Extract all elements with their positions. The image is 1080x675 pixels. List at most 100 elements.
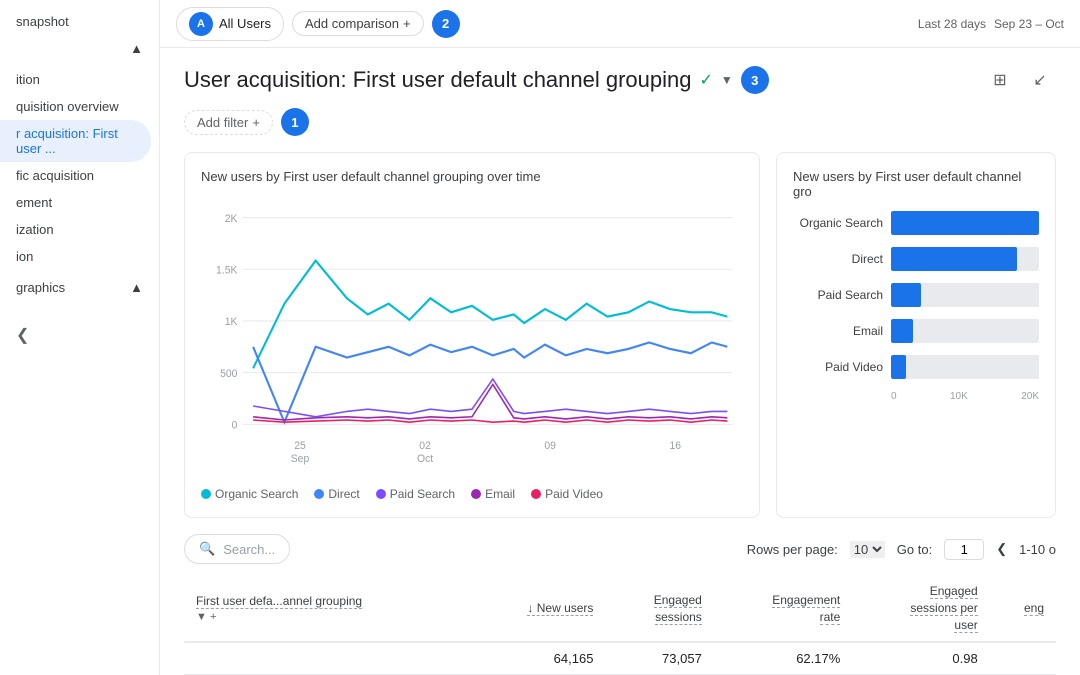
add-filter-button[interactable]: Add filter + [184, 110, 273, 135]
sidebar-item-ition[interactable]: ition [0, 66, 151, 93]
cell-engaged-sessions: 73,057 [605, 642, 713, 675]
legend-dot-direct [314, 489, 324, 499]
line-chart-svg: 2K 1.5K 1K 500 0 25 Sep 02 Oct 09 16 [201, 196, 743, 476]
topbar-right: Last 28 days Sep 23 – Oct [918, 17, 1064, 31]
legend-organic-search: Organic Search [201, 487, 298, 501]
legend-label-direct: Direct [328, 487, 359, 501]
legend-direct: Direct [314, 487, 359, 501]
plus-icon: + [403, 16, 411, 31]
legend-label-paid-search: Paid Search [390, 487, 455, 501]
cell-channel [184, 642, 470, 675]
badge-1: 1 [281, 108, 309, 136]
chart-legend: Organic Search Direct Paid Search E [201, 487, 743, 501]
bar-track-direct [891, 247, 1039, 271]
cell-eng [990, 642, 1056, 675]
bar-chart-container: New users by First user default channel … [776, 152, 1056, 518]
filter-row: Add filter + 1 [184, 108, 1056, 136]
sidebar-item-ization[interactable]: ization [0, 216, 151, 243]
col-header-engagement-rate[interactable]: Engagement rate [714, 576, 852, 642]
rows-per-page-select[interactable]: 10 25 50 [850, 541, 885, 558]
line-chart-container: New users by First user default channel … [184, 152, 760, 518]
legend-paid-search: Paid Search [376, 487, 455, 501]
verified-icon: ✓ [700, 70, 713, 90]
bar-fill-direct [891, 247, 1017, 271]
bar-label-email: Email [793, 324, 883, 338]
sidebar-item-acquisition-overview[interactable]: quisition overview [0, 93, 151, 120]
bar-fill-paid-search [891, 283, 921, 307]
sidebar-item-first-user[interactable]: r acquisition: First user ... [0, 120, 151, 162]
chevron-up-icon-2: ▲ [130, 280, 143, 295]
svg-text:02: 02 [419, 440, 431, 452]
col-header-sessions-per-user[interactable]: Engaged sessions per user [852, 576, 989, 642]
badge-3: 3 [741, 66, 769, 94]
prev-page-icon[interactable]: ❮ [996, 541, 1007, 557]
bar-axis-10k: 10K [950, 391, 968, 402]
sidebar-item-ement[interactable]: ement [0, 189, 151, 216]
bar-fill-paid-video [891, 355, 906, 379]
content-area: User acquisition: First user default cha… [160, 48, 1080, 675]
sidebar-group-label: graphics [16, 280, 65, 295]
svg-text:0: 0 [232, 419, 238, 431]
bar-chart-title: New users by First user default channel … [793, 169, 1039, 199]
svg-text:1K: 1K [225, 316, 238, 328]
legend-dot-paid-video [531, 489, 541, 499]
col-filter-icon[interactable]: ▼ + [196, 611, 216, 623]
col-header-eng[interactable]: eng [990, 576, 1056, 642]
bar-row-direct: Direct [793, 247, 1039, 271]
search-placeholder: Search... [223, 542, 275, 557]
add-filter-label: Add filter [197, 115, 248, 130]
col-header-channel[interactable]: First user defa...annel grouping ▼ + [184, 576, 470, 642]
add-comparison-label: Add comparison [305, 16, 399, 31]
page-range: 1-10 o [1019, 542, 1056, 557]
search-box[interactable]: 🔍 Search... [184, 534, 290, 564]
legend-paid-video: Paid Video [531, 487, 603, 501]
sidebar-item-ion[interactable]: ion [0, 243, 151, 270]
add-comparison-button[interactable]: Add comparison + [292, 11, 424, 36]
legend-dot-paid-search [376, 489, 386, 499]
sidebar-group-toggle-2[interactable]: graphics ▲ [0, 274, 159, 301]
avatar: A [189, 12, 213, 36]
sidebar-section-1: ition quisition overview r acquisition: … [0, 66, 159, 270]
bar-row-paid-search: Paid Search [793, 283, 1039, 307]
cell-engagement-rate: 62.17% [714, 642, 852, 675]
date-range: Sep 23 – Oct [994, 17, 1064, 31]
dropdown-arrow-icon[interactable]: ▼ [721, 73, 733, 87]
svg-text:500: 500 [220, 368, 237, 380]
table-body: 64,165 73,057 62.17% 0.98 [184, 642, 1056, 675]
bar-label-paid-search: Paid Search [793, 288, 883, 302]
topbar: A All Users Add comparison + 2 Last 28 d… [160, 0, 1080, 48]
user-chip[interactable]: A All Users [176, 7, 284, 41]
bar-track-paid-search [891, 283, 1039, 307]
legend-label-paid-video: Paid Video [545, 487, 603, 501]
bar-fill-email [891, 319, 913, 343]
date-range-label: Last 28 days [918, 17, 986, 31]
bar-track-email [891, 319, 1039, 343]
legend-label-organic: Organic Search [215, 487, 298, 501]
col-header-engaged-sessions[interactable]: Engaged sessions [605, 576, 713, 642]
page-title: User acquisition: First user default cha… [184, 67, 692, 93]
col-header-new-users[interactable]: ↓ New users [470, 576, 605, 642]
bar-track-paid-video [891, 355, 1039, 379]
chevron-up-icon: ▲ [130, 41, 143, 56]
sidebar-group-toggle-1[interactable]: ▲ [0, 35, 159, 62]
legend-dot-email [471, 489, 481, 499]
line-chart-title: New users by First user default channel … [201, 169, 743, 184]
user-label: All Users [219, 16, 271, 31]
page-header: User acquisition: First user default cha… [184, 64, 1056, 96]
bar-axis-0: 0 [891, 391, 897, 402]
search-icon: 🔍 [199, 541, 215, 557]
charts-section: New users by First user default channel … [184, 152, 1056, 518]
title-action-icons: ⊞ ↙ [984, 64, 1056, 96]
bar-row-organic: Organic Search [793, 211, 1039, 235]
bar-label-organic: Organic Search [793, 216, 883, 230]
sidebar-item-traffic-acquisition[interactable]: fic acquisition [0, 162, 151, 189]
bar-axis-20k: 20K [1021, 391, 1039, 402]
collapse-sidebar-icon[interactable]: ❮ [16, 325, 29, 345]
share-button[interactable]: ↙ [1024, 64, 1056, 96]
svg-text:16: 16 [669, 440, 681, 452]
data-table: First user defa...annel grouping ▼ + ↓ N… [184, 576, 1056, 675]
chart-type-button[interactable]: ⊞ [984, 64, 1016, 96]
svg-text:Oct: Oct [417, 453, 433, 465]
svg-text:2K: 2K [225, 213, 238, 225]
goto-input[interactable] [944, 539, 984, 560]
